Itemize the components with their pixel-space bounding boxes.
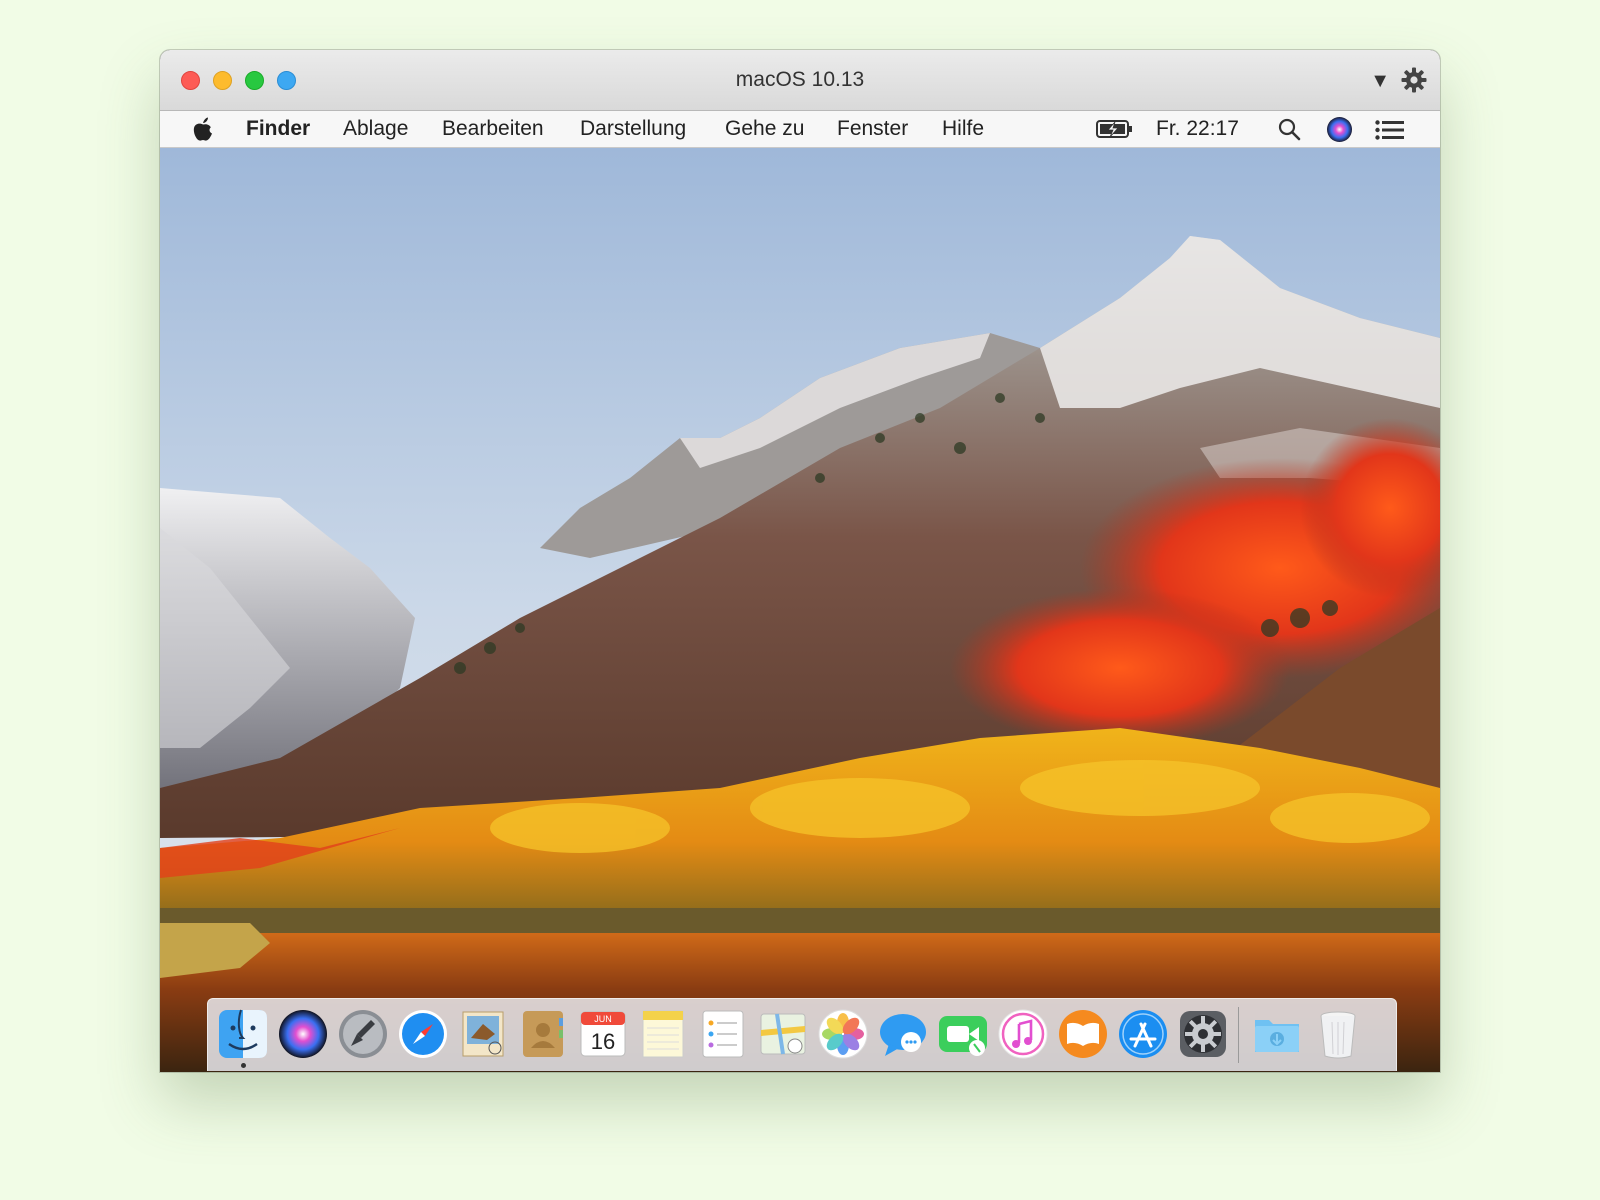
notes-icon[interactable] xyxy=(637,1008,689,1060)
facetime-icon[interactable] xyxy=(937,1008,989,1060)
title-bar[interactable]: macOS 10.13 ▼ xyxy=(160,50,1440,111)
spotlight-search-icon[interactable] xyxy=(1277,117,1303,143)
dock-separator xyxy=(1238,1007,1239,1063)
downloads-folder-icon[interactable] xyxy=(1251,1008,1303,1060)
menu-fenster[interactable]: Fenster xyxy=(837,117,908,141)
maps-icon[interactable] xyxy=(757,1008,809,1060)
mail-icon[interactable] xyxy=(457,1008,509,1060)
siri-icon[interactable] xyxy=(277,1008,329,1060)
dropdown-arrow-icon[interactable]: ▼ xyxy=(1370,70,1390,93)
calendar-icon[interactable]: JUN 16 xyxy=(577,1008,629,1060)
siri-icon[interactable] xyxy=(1326,116,1353,143)
photos-icon[interactable] xyxy=(817,1008,869,1060)
menu-bearbeiten[interactable]: Bearbeiten xyxy=(442,117,544,141)
battery-charging-icon[interactable] xyxy=(1096,119,1134,139)
safari-icon[interactable] xyxy=(397,1008,449,1060)
menu-clock[interactable]: Fr. 22:17 xyxy=(1156,117,1239,141)
contacts-icon[interactable] xyxy=(517,1008,569,1060)
vm-window: macOS 10.13 ▼ Finder Ablage Bearbeiten D… xyxy=(160,50,1440,1072)
trash-icon[interactable] xyxy=(1312,1008,1364,1060)
gear-icon[interactable] xyxy=(1400,66,1428,94)
messages-icon[interactable] xyxy=(877,1008,929,1060)
window-title: macOS 10.13 xyxy=(735,68,865,91)
menu-app-finder[interactable]: Finder xyxy=(246,117,310,141)
menu-ablage[interactable]: Ablage xyxy=(343,117,408,141)
launchpad-icon[interactable] xyxy=(337,1008,389,1060)
itunes-icon[interactable] xyxy=(997,1008,1049,1060)
calendar-month: JUN xyxy=(594,1014,612,1024)
dock: JUN 16 xyxy=(207,998,1397,1071)
ibooks-icon[interactable] xyxy=(1057,1008,1109,1060)
reminders-icon[interactable] xyxy=(697,1008,749,1060)
menu-hilfe[interactable]: Hilfe xyxy=(942,117,984,141)
notification-center-icon[interactable] xyxy=(1375,120,1405,140)
calendar-day: 16 xyxy=(591,1029,615,1054)
running-indicator xyxy=(241,1063,246,1068)
system-preferences-icon[interactable] xyxy=(1177,1008,1229,1060)
menu-darstellung[interactable]: Darstellung xyxy=(580,117,686,141)
app-store-icon[interactable] xyxy=(1117,1008,1169,1060)
finder-icon[interactable] xyxy=(217,1008,269,1060)
desktop-wallpaper[interactable] xyxy=(160,148,1440,1072)
apple-logo-icon[interactable] xyxy=(192,116,214,142)
menu-bar: Finder Ablage Bearbeiten Darstellung Geh… xyxy=(160,111,1440,148)
menu-gehe-zu[interactable]: Gehe zu xyxy=(725,117,804,141)
